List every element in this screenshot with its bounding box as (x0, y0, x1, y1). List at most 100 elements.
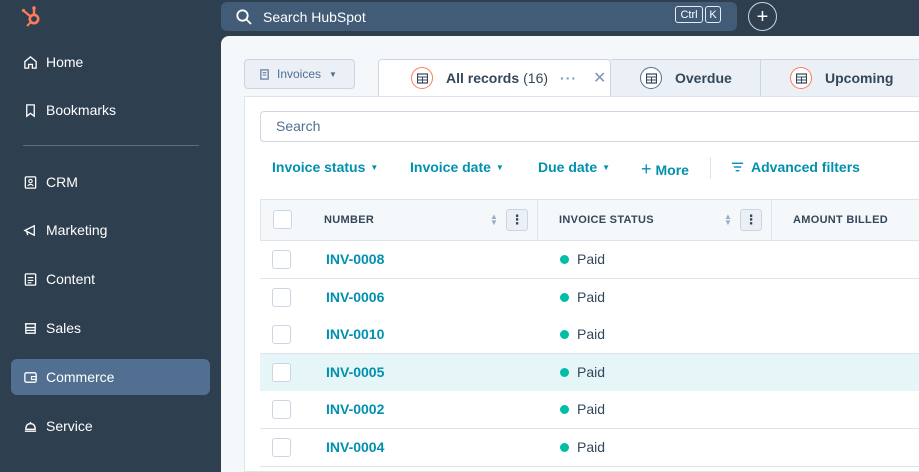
invoice-status: Paid (560, 439, 605, 455)
column-header-amount-billed[interactable]: AMOUNT BILLED (793, 200, 888, 240)
sidebar-item-commerce[interactable]: Commerce (11, 359, 210, 395)
global-search-placeholder: Search HubSpot (263, 8, 366, 25)
sidebar-item-label: Content (46, 271, 96, 287)
tab-label: All records (446, 70, 520, 86)
object-type-dropdown[interactable]: Invoices ▼ (244, 59, 355, 89)
row-checkbox[interactable] (272, 250, 291, 269)
sidebar-item-crm[interactable]: CRM (11, 164, 210, 200)
chevron-down-icon: ▼ (329, 69, 337, 79)
column-menu-icon[interactable]: ⋮ (740, 209, 762, 231)
table-row[interactable]: INV-0002 Paid (260, 391, 919, 429)
plus-icon: + (641, 159, 652, 179)
status-label: Paid (577, 289, 606, 305)
status-dot (560, 404, 569, 414)
row-checkbox[interactable] (272, 363, 291, 382)
invoice-icon (260, 68, 269, 80)
sidebar-divider (23, 145, 199, 146)
table-row[interactable]: INV-0005 Paid (260, 354, 919, 392)
contacts-icon (24, 175, 37, 189)
main-panel: Invoices ▼ All records (16) ··· ✕ Overdu… (221, 36, 919, 472)
status-label: Paid (577, 326, 606, 342)
filter-label: Due date (538, 159, 598, 175)
sidebar-item-bookmarks[interactable]: Bookmarks (11, 92, 210, 128)
create-new-button[interactable]: + (748, 2, 777, 31)
sort-icon[interactable]: ▲ ▼ (490, 213, 498, 227)
object-type-label: Invoices (277, 67, 322, 81)
sidebar-item-service[interactable]: Service (11, 408, 210, 444)
invoice-number-link[interactable]: INV-0002 (326, 401, 384, 417)
sidebar-item-home[interactable]: Home (11, 44, 210, 80)
status-label: Paid (577, 439, 606, 455)
sidebar-item-content[interactable]: Content (11, 261, 210, 297)
invoice-number-link[interactable]: INV-0008 (326, 251, 384, 267)
advanced-filters-button[interactable]: Advanced filters (731, 159, 860, 175)
invoice-status: Paid (560, 364, 605, 380)
tab-label: Upcoming (825, 70, 894, 86)
sidebar-item-label: Commerce (46, 369, 115, 385)
row-checkbox[interactable] (272, 288, 291, 307)
more-options-icon[interactable]: ··· (560, 70, 577, 86)
column-header-number[interactable]: NUMBER (324, 200, 374, 240)
tab-all-records[interactable]: All records (16) ··· ✕ (378, 59, 611, 96)
filter-divider (710, 157, 711, 179)
sidebar-item-label: Marketing (46, 222, 108, 238)
megaphone-icon (23, 224, 35, 236)
status-dot (560, 329, 569, 339)
hubspot-logo-icon[interactable] (20, 4, 44, 28)
table-row[interactable]: INV-0008 Paid (260, 241, 919, 279)
records-card: Search Invoice status ▼ Invoice date ▼ Due… (244, 96, 919, 472)
invoice-status: Paid (560, 289, 605, 305)
sort-icon[interactable]: ▲ ▼ (724, 213, 732, 227)
status-dot (560, 367, 569, 377)
tab-record-count: (16) (523, 70, 549, 86)
column-menu-icon[interactable]: ⋮ (506, 209, 528, 231)
filter-label: Advanced filters (751, 159, 860, 175)
sales-icon (24, 322, 37, 334)
row-checkbox[interactable] (272, 438, 291, 457)
sidebar-item-label: Home (46, 54, 84, 70)
invoice-number-link[interactable]: INV-0006 (326, 289, 384, 305)
filter-label: Invoice date (410, 159, 491, 175)
tab-upcoming[interactable]: Upcoming (761, 59, 919, 96)
close-icon[interactable]: ✕ (593, 68, 606, 88)
table-row[interactable]: INV-0010 Paid (260, 316, 919, 354)
table-row[interactable]: INV-0004 Paid (260, 429, 919, 467)
status-dot (560, 442, 569, 452)
document-icon (24, 272, 37, 286)
filter-lines-icon (731, 162, 744, 172)
filter-due-date[interactable]: Due date ▼ (538, 159, 610, 175)
sidebar-item-label: Sales (46, 320, 82, 336)
filter-invoice-date[interactable]: Invoice date ▼ (410, 159, 504, 175)
tab-overdue[interactable]: Overdue (611, 59, 761, 96)
invoice-status: Paid (560, 251, 605, 267)
wallet-icon (24, 371, 37, 383)
select-all-checkbox[interactable] (273, 210, 292, 229)
global-search-bar[interactable]: Search HubSpot (221, 2, 737, 31)
filter-invoice-status[interactable]: Invoice status ▼ (272, 159, 378, 175)
invoice-number-link[interactable]: INV-0010 (326, 326, 384, 342)
table-view-icon (790, 67, 812, 89)
status-dot (560, 254, 569, 264)
row-checkbox[interactable] (272, 400, 291, 419)
invoice-status: Paid (560, 401, 605, 417)
sidebar: Home Bookmarks CRM Marketing Content Sal… (0, 36, 221, 472)
sidebar-item-sales[interactable]: Sales (11, 310, 210, 346)
tab-label: Overdue (675, 70, 732, 86)
table-header: NUMBER ▲ ▼ ⋮ INVOICE STATUS ▲ ▼ ⋮ AMOUNT B… (260, 199, 919, 241)
bookmark-icon (26, 103, 35, 117)
shortcut-k-key: K (705, 6, 721, 23)
row-checkbox[interactable] (272, 325, 291, 344)
status-label: Paid (577, 364, 606, 380)
sidebar-item-label: Bookmarks (46, 102, 117, 118)
invoice-number-link[interactable]: INV-0005 (326, 364, 384, 380)
sidebar-item-label: Service (46, 418, 93, 434)
more-filters-button[interactable]: + More (641, 159, 689, 180)
filter-label: Invoice status (272, 159, 366, 175)
invoice-number-link[interactable]: INV-0004 (326, 439, 384, 455)
table-row[interactable]: INV-0006 Paid (260, 279, 919, 317)
sidebar-item-marketing[interactable]: Marketing (11, 212, 210, 248)
records-search-input[interactable]: Search (260, 111, 919, 142)
column-divider (537, 200, 538, 240)
column-header-invoice-status[interactable]: INVOICE STATUS (559, 200, 654, 240)
status-dot (560, 292, 569, 302)
